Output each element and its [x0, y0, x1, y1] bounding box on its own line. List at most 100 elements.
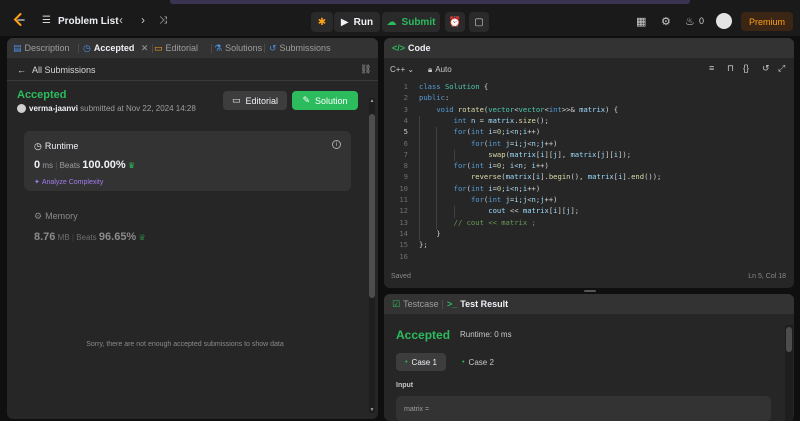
code-text[interactable]: swap(matrix[i][j], matrix[j][i]);: [419, 150, 631, 159]
code-line[interactable]: 16: [384, 252, 794, 263]
analyze-complexity-link[interactable]: ✦ Analyze Complexity: [34, 178, 103, 186]
tab-accepted[interactable]: ◷ Accepted ✕: [83, 43, 148, 54]
code-text[interactable]: for(int j=i;j<n;j++): [419, 139, 558, 148]
code-line[interactable]: 14 }: [384, 229, 794, 240]
code-line[interactable]: 4 int n = matrix.size();: [384, 116, 794, 127]
code-text[interactable]: for(int j=i;j<n;j++): [419, 195, 558, 204]
info-icon[interactable]: i: [332, 140, 341, 149]
line-number: 11: [399, 195, 408, 204]
code-brackets-icon: </>: [392, 43, 406, 53]
bookmark-icon[interactable]: ⊓: [727, 63, 734, 74]
tab-solutions[interactable]: ⚗ Solutions: [214, 43, 262, 54]
memory-stats: 8.76 MB | Beats 96.65% ♛: [34, 231, 146, 243]
tab-submissions[interactable]: ↺ Submissions: [269, 43, 331, 54]
code-text[interactable]: cout << matrix[i][j];: [419, 206, 579, 215]
tab-test-result[interactable]: >_ Test Result: [447, 299, 508, 309]
tab-description[interactable]: ▤ Description: [13, 43, 70, 54]
code-text[interactable]: };: [419, 240, 428, 249]
code-text[interactable]: for(int i=0; i<n; i++): [419, 161, 549, 170]
arrow-left-icon: ←: [17, 65, 26, 75]
left-scrollbar[interactable]: ▲ ▼: [369, 98, 375, 413]
next-problem-icon[interactable]: ›: [141, 13, 145, 27]
notes-button[interactable]: ▢: [469, 12, 489, 32]
scroll-up-icon[interactable]: ▲: [369, 98, 375, 104]
memory-beats-label: Beats: [76, 233, 97, 242]
code-line[interactable]: 13 // cout << matrix ;: [384, 218, 794, 229]
fullscreen-icon[interactable]: ⤢: [778, 63, 785, 74]
code-line[interactable]: 15};: [384, 240, 794, 251]
case-1-tab[interactable]: • Case 1: [396, 353, 446, 371]
panel-resize-handle[interactable]: [584, 290, 596, 292]
code-text[interactable]: }: [419, 229, 440, 238]
layout-grid-icon[interactable]: ▦: [636, 15, 646, 28]
submission-status: Accepted: [17, 89, 67, 101]
code-text[interactable]: for(int i=0;i<n;i++): [419, 184, 541, 193]
tab-testcase[interactable]: ☑ Testcase: [392, 299, 439, 310]
premium-button[interactable]: Premium: [741, 12, 793, 31]
reset-icon[interactable]: ↺: [762, 63, 770, 74]
code-text[interactable]: reverse(matrix[i].begin(), matrix[i].end…: [419, 172, 661, 181]
line-number: 10: [399, 183, 408, 193]
fire-icon[interactable]: ♨: [685, 15, 695, 28]
runtime-card[interactable]: ◷ Runtime i 0 ms | Beats 100.00% ♛ ✦ Analy…: [24, 131, 351, 191]
memory-value: 8.76: [34, 231, 56, 243]
code-line[interactable]: 11 for(int j=i;j<n;j++): [384, 195, 794, 206]
case-2-tab[interactable]: • Case 2: [456, 353, 500, 371]
code-line[interactable]: 10 for(int i=0;i<n;i++): [384, 184, 794, 195]
debug-button[interactable]: ✱: [311, 12, 333, 32]
list-icon[interactable]: ☰: [42, 15, 51, 26]
test-panel: ☑ Testcase >_ Test Result Accepted Runtime…: [384, 294, 794, 421]
tab-editorial[interactable]: ▭ Editorial: [154, 43, 198, 54]
back-to-submissions[interactable]: ← All Submissions: [17, 65, 96, 75]
code-line[interactable]: 2 public:: [384, 93, 794, 104]
tab-divider: [264, 44, 265, 53]
code-text[interactable]: public:: [419, 93, 449, 102]
code-text[interactable]: void rotate(vector<vector<int>>& matrix)…: [419, 105, 618, 114]
prev-problem-icon[interactable]: ‹: [119, 13, 123, 27]
editorial-button[interactable]: ▭ Editorial: [223, 91, 287, 110]
leetcode-logo-icon[interactable]: [12, 13, 26, 27]
format-icon[interactable]: ≡: [709, 63, 714, 73]
code-line[interactable]: 8 for(int i=0; i<n; i++): [384, 161, 794, 172]
solution-button[interactable]: ✎ Solution: [292, 91, 358, 110]
empty-chart-message: Sorry, there are not enough accepted sub…: [86, 341, 284, 348]
line-number: 12: [399, 206, 408, 216]
code-text[interactable]: for(int i=0;i<n;i++): [419, 127, 541, 136]
test-runtime: Runtime: 0 ms: [460, 330, 512, 339]
code-line[interactable]: 5 for(int i=0;i<n;i++): [384, 127, 794, 138]
scroll-thumb[interactable]: [786, 327, 792, 352]
code-line[interactable]: 1 class Solution {: [384, 82, 794, 93]
indent-guide: [454, 206, 455, 218]
language-select[interactable]: C++ ⌄: [390, 65, 414, 74]
code-editor-panel: </> Code C++ ⌄ 🔒︎ Auto ≡ ⊓ {} ↺ ⤢ 1 class S…: [384, 38, 794, 288]
problem-list-link[interactable]: Problem List: [58, 16, 119, 27]
submit-button[interactable]: ☁ Submit: [382, 12, 440, 32]
book-icon: ▭: [154, 43, 163, 53]
scroll-down-icon[interactable]: ▼: [369, 407, 375, 413]
test-status: Accepted: [396, 328, 451, 342]
memory-title[interactable]: ⚙ Memory: [34, 211, 78, 222]
play-icon: ▶: [340, 16, 349, 28]
code-text[interactable]: class Solution {: [419, 82, 488, 91]
test-scrollbar[interactable]: [785, 325, 793, 421]
autocomplete-mode[interactable]: 🔒︎ Auto: [428, 65, 452, 75]
code-line[interactable]: 12 cout << matrix[i][j];: [384, 206, 794, 217]
run-button[interactable]: ▶ Run: [334, 12, 380, 32]
code-line[interactable]: 3 void rotate(vector<vector<int>>& matri…: [384, 105, 794, 116]
timer-button[interactable]: ⏰: [445, 12, 465, 32]
link-icon[interactable]: ⛓: [360, 64, 371, 75]
scroll-thumb[interactable]: [369, 114, 375, 298]
code-line[interactable]: 9 reverse(matrix[i].begin(), matrix[i].e…: [384, 172, 794, 183]
run-label: Run: [353, 16, 374, 28]
gear-icon[interactable]: ⚙: [661, 15, 671, 28]
close-tab-icon[interactable]: ✕: [141, 43, 149, 53]
user-avatar[interactable]: [716, 13, 732, 29]
code-line[interactable]: 7 swap(matrix[i][j], matrix[j][i]);: [384, 150, 794, 161]
braces-icon[interactable]: {}: [743, 63, 749, 73]
trophy-icon: ♛: [138, 233, 146, 242]
code-text[interactable]: int n = matrix.size();: [419, 116, 549, 125]
top-navbar: ☰ Problem List ‹ › ⤨ ✱ ▶ Run ☁ Submit ⏰ …: [0, 0, 800, 36]
code-line[interactable]: 6 for(int j=i;j<n;j++): [384, 139, 794, 150]
submitter-username[interactable]: verma-jaanvi: [29, 104, 78, 113]
shuffle-icon[interactable]: ⤨: [159, 15, 167, 26]
